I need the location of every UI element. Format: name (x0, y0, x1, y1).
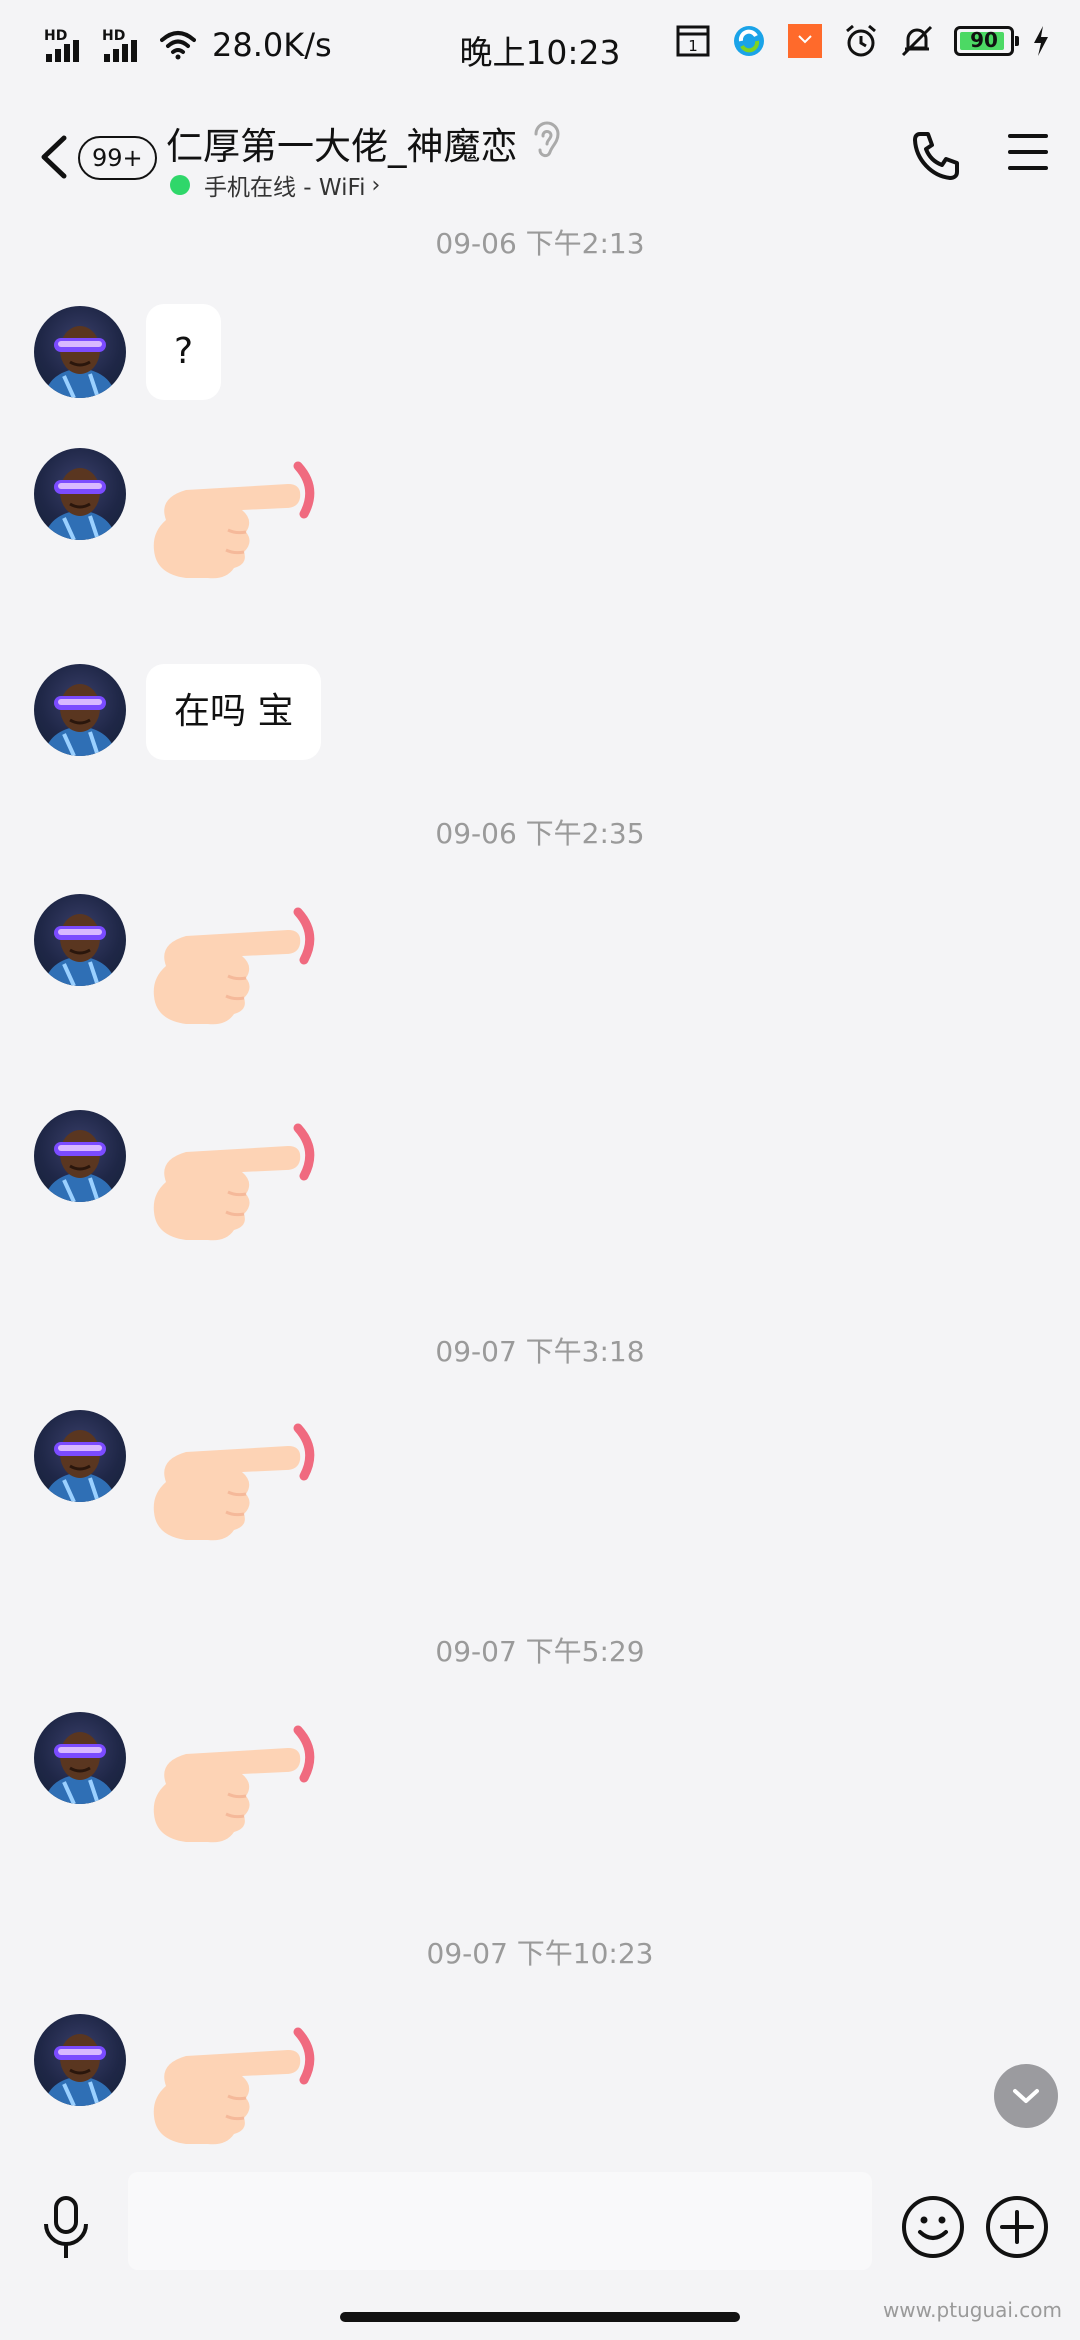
emoji-icon[interactable] (900, 2194, 966, 2260)
poke-icon[interactable] (146, 1120, 322, 1246)
chat-header: 99+ 仁厚第一大佬_神魔恋 手机在线 - WiFi › (0, 96, 1080, 220)
battery-level: 90 (970, 28, 998, 52)
home-indicator[interactable] (340, 2312, 740, 2322)
mute-bell-icon (898, 22, 936, 60)
timestamp: 09-06 下午2:35 (435, 817, 645, 850)
avatar[interactable] (34, 1410, 126, 1502)
status-bar: HD HD 28.0K/s 晚上10:23 1 90 (0, 0, 1080, 96)
online-status[interactable]: 手机在线 - WiFi › (170, 168, 380, 202)
plus-icon[interactable] (984, 2194, 1050, 2260)
ear-icon[interactable] (532, 120, 562, 160)
microphone-icon[interactable] (38, 2194, 94, 2262)
phone-icon[interactable] (910, 128, 962, 182)
online-status-text: 手机在线 - WiFi (204, 175, 366, 201)
avatar[interactable] (34, 664, 126, 756)
watermark: www.ptuguai.com (882, 2298, 1062, 2322)
poke-icon[interactable] (146, 458, 322, 584)
chat-title[interactable]: 仁厚第一大佬_神魔恋 (166, 116, 518, 170)
menu-icon[interactable] (1008, 134, 1048, 170)
poke-icon[interactable] (146, 904, 322, 1030)
timestamp: 09-07 下午10:23 (426, 1937, 654, 1970)
poke-icon[interactable] (146, 1722, 322, 1848)
calendar-icon: 1 (674, 22, 712, 60)
shopping-app-icon (786, 22, 824, 60)
sync-app-icon (730, 22, 768, 60)
status-bar-right: 1 90 (674, 22, 1050, 60)
avatar[interactable] (34, 2014, 126, 2106)
avatar[interactable] (34, 1712, 126, 1804)
avatar[interactable] (34, 894, 126, 986)
message-input[interactable] (128, 2172, 872, 2270)
unread-count-badge[interactable]: 99+ (78, 136, 157, 180)
battery-icon: 90 (954, 26, 1019, 56)
input-bar (0, 2150, 1080, 2290)
calendar-day: 1 (688, 37, 698, 55)
chevron-right-icon: › (371, 172, 381, 198)
timestamp: 09-06 下午2:13 (435, 227, 645, 260)
timestamp: 09-07 下午5:29 (435, 1635, 645, 1668)
avatar[interactable] (34, 1110, 126, 1202)
timestamp: 09-07 下午3:18 (435, 1335, 645, 1368)
message-bubble[interactable]: ? (146, 304, 222, 400)
scroll-to-bottom-button[interactable] (994, 2064, 1058, 2128)
poke-icon[interactable] (146, 1420, 322, 1546)
message-bubble[interactable]: 在吗 宝 (146, 664, 322, 760)
alarm-clock-icon (842, 22, 880, 60)
avatar[interactable] (34, 306, 126, 398)
poke-icon[interactable] (146, 2024, 322, 2150)
chevron-left-icon[interactable] (34, 132, 74, 182)
charging-icon (1034, 26, 1048, 56)
online-dot-icon (170, 175, 190, 195)
chevron-down-icon (1013, 2089, 1039, 2103)
avatar[interactable] (34, 448, 126, 540)
